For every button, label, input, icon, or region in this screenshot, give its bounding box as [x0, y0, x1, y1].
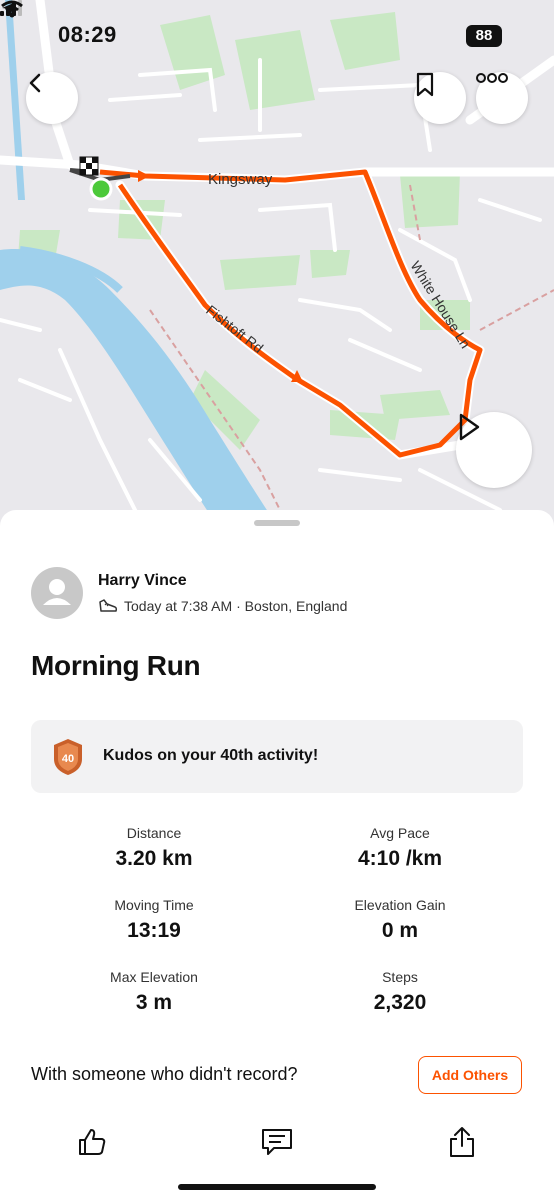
kudos-banner[interactable]: 40 Kudos on your 40th activity!: [31, 720, 523, 793]
stat-label: Distance: [126, 825, 182, 841]
user-avatar-icon: [43, 579, 71, 605]
street-label-fishtoft-rd: Fishtoft Rd: [203, 302, 266, 356]
bookmark-icon: [416, 72, 434, 97]
wifi-icon: [1, 0, 23, 18]
stat-value: 4:10 /km: [357, 847, 443, 870]
kudos-button[interactable]: [72, 1122, 112, 1162]
play-icon: [459, 413, 480, 441]
activity-sheet: Harry Vince Today at 7:38 AM · Boston, E…: [0, 510, 554, 1200]
comment-icon: [262, 1129, 292, 1155]
stat-avg-pace: Avg Pace 4:10 /km: [300, 825, 500, 871]
status-bar: 08:29 88: [0, 0, 554, 70]
status-time: 08:29: [58, 22, 117, 47]
home-indicator: [178, 1184, 376, 1190]
stat-label: Elevation Gain: [354, 897, 446, 913]
stat-label: Max Elevation: [110, 969, 198, 985]
more-icon: [476, 73, 508, 83]
badge-number: 40: [62, 753, 74, 765]
comment-button[interactable]: [257, 1122, 297, 1162]
stat-distance: Distance 3.20 km: [54, 825, 254, 871]
thumbs-up-icon: [79, 1129, 106, 1155]
more-options-button[interactable]: [476, 72, 528, 124]
stat-label: Avg Pace: [370, 825, 430, 841]
stat-value: 3 m: [135, 991, 173, 1014]
avatar[interactable]: [31, 567, 83, 619]
with-others-prompt: With someone who didn't record?: [31, 1064, 298, 1084]
achievement-badge-icon: 40: [54, 739, 82, 775]
kudos-text: Kudos on your 40th activity!: [103, 747, 319, 764]
athlete-name[interactable]: Harry Vince: [98, 572, 187, 590]
stat-label: Steps: [382, 969, 418, 985]
battery-icon: 88: [466, 25, 502, 47]
back-button[interactable]: [26, 72, 78, 124]
finish-flag-icon: [79, 156, 99, 176]
action-bar: [0, 1122, 554, 1162]
share-button[interactable]: [442, 1122, 482, 1162]
stat-steps: Steps 2,320: [300, 969, 500, 1015]
stat-value: 2,320: [373, 991, 427, 1014]
stat-label: Moving Time: [114, 897, 194, 913]
shoe-icon: [99, 599, 118, 612]
stat-max-elevation: Max Elevation 3 m: [54, 969, 254, 1015]
sheet-grabber[interactable]: [254, 520, 300, 526]
share-icon: [450, 1127, 474, 1157]
activity-title: Morning Run: [31, 650, 201, 681]
bookmark-button[interactable]: [414, 72, 466, 124]
activity-meta: Today at 7:38 AM · Boston, England: [98, 598, 347, 614]
activity-meta-text: Today at 7:38 AM · Boston, England: [124, 598, 348, 614]
stat-value: 13:19: [127, 919, 181, 942]
chevron-left-icon: [29, 73, 41, 93]
play-flyover-button[interactable]: [456, 412, 532, 488]
add-others-button[interactable]: Add Others: [418, 1056, 522, 1094]
street-label-kingsway: Kingsway: [208, 171, 273, 188]
start-marker: [89, 177, 113, 201]
stat-moving-time: Moving Time 13:19: [54, 897, 254, 943]
stat-elevation-gain: Elevation Gain 0 m: [300, 897, 500, 943]
stat-value: 3.20 km: [115, 847, 193, 870]
route-map[interactable]: Kingsway White House Ln Fishtoft Rd 08:2…: [0, 0, 554, 530]
stat-value: 0 m: [381, 919, 419, 942]
